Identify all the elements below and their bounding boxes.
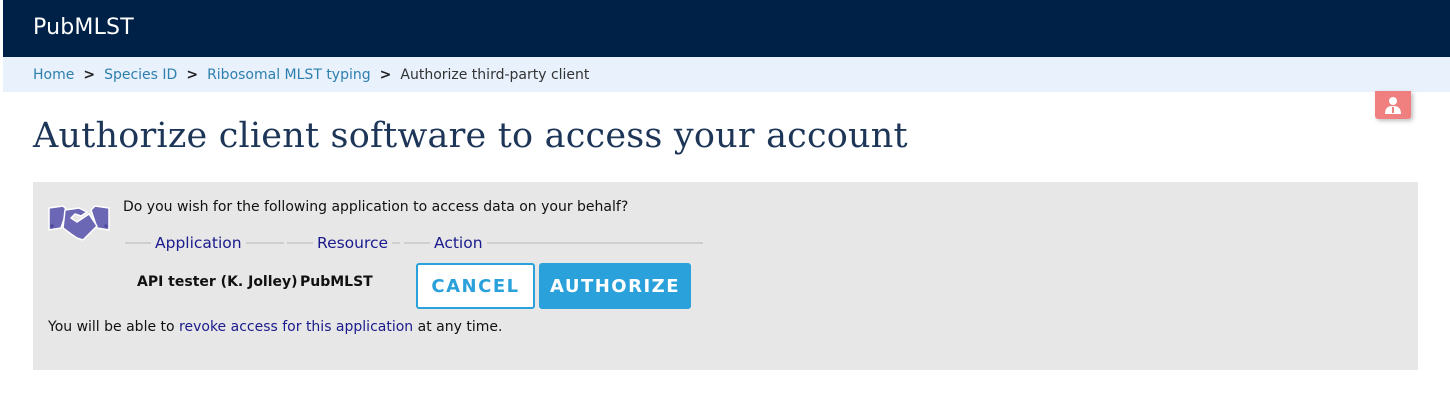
site-title[interactable]: PubMLST [33, 15, 134, 40]
resource-legend: Resource [317, 234, 389, 252]
application-value: API tester (K. Jolley) [137, 274, 298, 290]
breadcrumb-ribosomal-mlst[interactable]: Ribosomal MLST typing [207, 67, 371, 83]
revoke-suffix: at any time. [413, 319, 503, 335]
revoke-access-link[interactable]: revoke access for this application [179, 319, 413, 335]
authorize-panel: Do you wish for the following applicatio… [33, 182, 1418, 370]
authorize-button[interactable]: AUTHORIZE [539, 263, 691, 309]
breadcrumb-species-id[interactable]: Species ID [104, 67, 177, 83]
revoke-note: You will be able to revoke access for th… [48, 319, 502, 335]
breadcrumb-separator: > [83, 66, 96, 83]
application-fieldset: Application API tester (K. Jolley) [125, 234, 298, 290]
page: PubMLST Home > Species ID > Ribosomal ML… [0, 0, 1450, 405]
cancel-button[interactable]: CANCEL [416, 263, 535, 309]
breadcrumb: Home > Species ID > Ribosomal MLST typin… [3, 57, 1450, 92]
page-title: Authorize client software to access your… [33, 116, 908, 156]
breadcrumb-separator: > [186, 66, 199, 83]
user-icon [1385, 97, 1401, 114]
resource-fieldset: Resource PubMLST [287, 234, 400, 290]
handshake-icon [48, 205, 110, 241]
site-header: PubMLST [3, 0, 1450, 57]
resource-value: PubMLST [300, 274, 373, 290]
breadcrumb-home[interactable]: Home [33, 67, 74, 83]
application-legend: Application [155, 234, 242, 252]
breadcrumb-separator: > [379, 66, 392, 83]
revoke-prefix: You will be able to [48, 319, 180, 335]
action-legend: Action [434, 234, 483, 252]
breadcrumb-current: Authorize third-party client [400, 66, 590, 83]
user-menu-button[interactable] [1375, 91, 1411, 119]
authorize-question: Do you wish for the following applicatio… [123, 199, 629, 215]
